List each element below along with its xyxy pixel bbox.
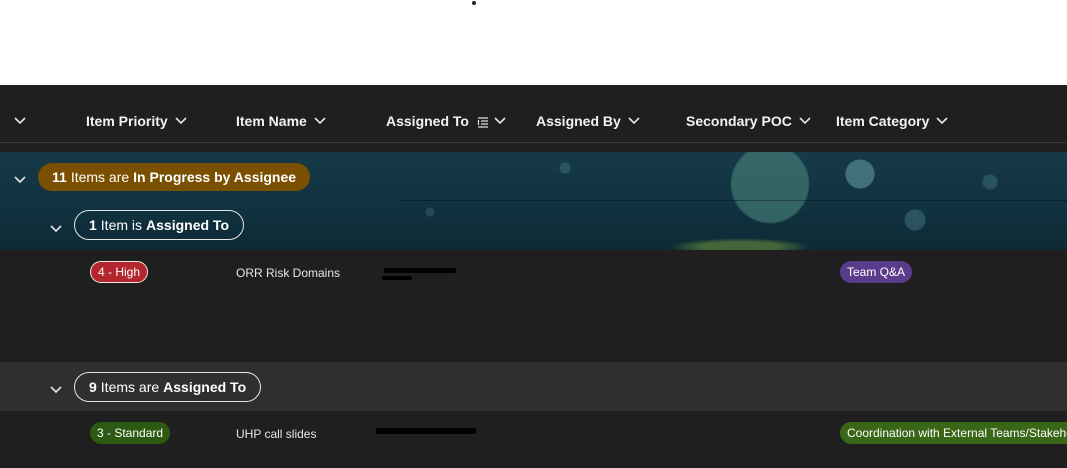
group-collapse-chevron-icon[interactable] xyxy=(13,172,27,184)
column-header-label: Assigned To xyxy=(386,113,469,129)
chevron-down-icon xyxy=(627,116,641,126)
group-text: Items are xyxy=(100,379,160,395)
column-header-item-name[interactable]: Item Name xyxy=(236,112,327,130)
redacted-assignee xyxy=(382,276,412,280)
collapse-all-chevron-icon[interactable] xyxy=(13,116,27,126)
group-count: 11 xyxy=(52,169,67,185)
column-header-label: Item Name xyxy=(236,113,307,129)
table-row[interactable]: 3 - Standard UHP call slides Coordinatio… xyxy=(0,411,1067,468)
column-header-secondary-poc[interactable]: Secondary POC xyxy=(686,112,812,130)
group-by-icon xyxy=(477,115,489,128)
group-count: 1 xyxy=(89,217,97,233)
priority-badge: 4 - High xyxy=(90,261,149,283)
group-status-pill[interactable]: 11 Items are In Progress by Assignee xyxy=(38,163,311,191)
group-text: Items are xyxy=(70,169,130,185)
group-count: 9 xyxy=(89,379,97,395)
group-value: Assigned To xyxy=(146,217,229,233)
column-header-item-priority[interactable]: Item Priority xyxy=(86,112,188,130)
column-header-assigned-to[interactable]: Assigned To xyxy=(386,112,507,130)
item-name[interactable]: UHP call slides xyxy=(236,427,316,441)
column-header-row: Item Priority Item Name Assigned To Assi… xyxy=(0,85,1067,143)
subgroup-collapse-chevron-icon[interactable] xyxy=(49,382,63,394)
dot-marker xyxy=(472,1,476,5)
column-header-label: Item Category xyxy=(836,113,930,129)
group-value: Assigned To xyxy=(163,379,247,395)
column-header-label: Assigned By xyxy=(536,113,621,129)
band-divider xyxy=(400,200,1067,201)
column-header-assigned-by[interactable]: Assigned By xyxy=(536,112,641,130)
item-name[interactable]: ORR Risk Domains xyxy=(236,266,340,280)
category-badge: Coordination with External Teams/Stakeho xyxy=(840,422,1067,444)
chevron-down-icon xyxy=(798,116,812,126)
group-text: Item is xyxy=(100,217,143,233)
category-label: Coordination with External Teams/Stakeho xyxy=(847,426,1067,440)
subgroup-assigned-pill[interactable]: 9 Items are Assigned To xyxy=(74,372,262,402)
group-value: In Progress by Assignee xyxy=(133,169,297,185)
top-area xyxy=(0,0,1067,85)
redacted-assignee xyxy=(376,428,476,434)
subgroup-header-row: 9 Items are Assigned To xyxy=(0,362,1067,411)
chevron-down-icon xyxy=(493,116,507,126)
column-header-label: Item Priority xyxy=(86,113,168,129)
chevron-down-icon xyxy=(174,116,188,126)
redacted-assignee xyxy=(384,268,456,273)
subgroup-collapse-chevron-icon[interactable] xyxy=(49,221,63,233)
chevron-down-icon xyxy=(935,116,949,126)
group-header-band: 11 Items are In Progress by Assignee 1 I… xyxy=(0,152,1067,250)
list-view: Item Priority Item Name Assigned To Assi… xyxy=(0,85,1067,468)
column-header-label: Secondary POC xyxy=(686,113,792,129)
column-header-item-category[interactable]: Item Category xyxy=(836,112,949,130)
priority-badge: 3 - Standard xyxy=(90,422,171,444)
chevron-down-icon xyxy=(313,116,327,126)
category-badge: Team Q&A xyxy=(840,261,913,283)
table-row[interactable]: 4 - High ORR Risk Domains Team Q&A xyxy=(0,250,1067,362)
subgroup-assigned-pill[interactable]: 1 Item is Assigned To xyxy=(74,210,244,240)
